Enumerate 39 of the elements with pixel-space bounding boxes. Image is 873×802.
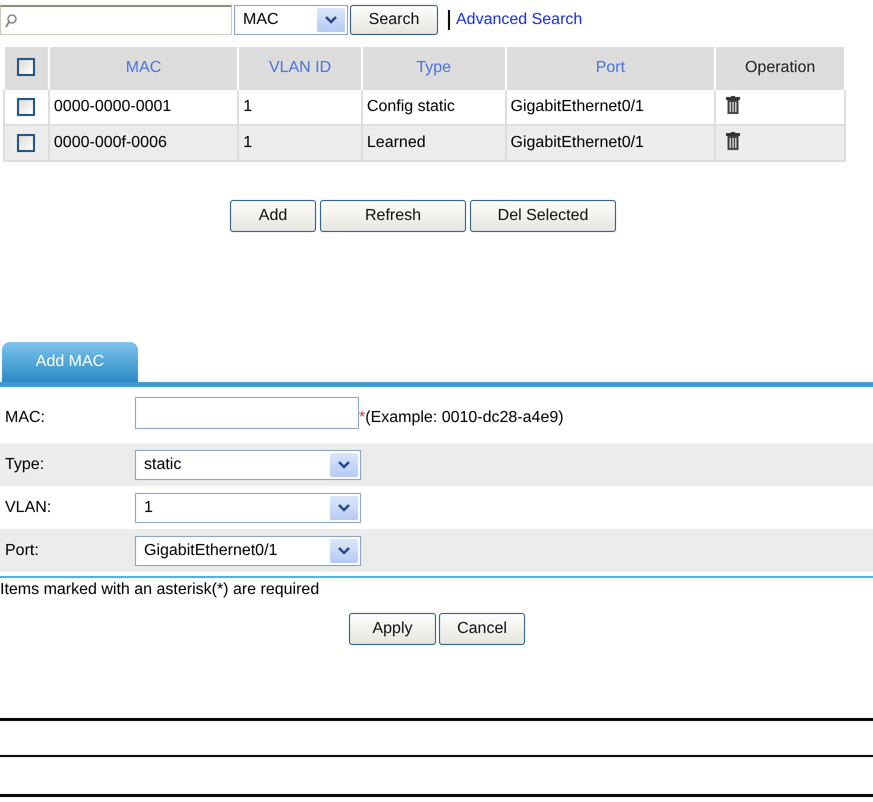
action-button[interactable]: Refresh [320, 200, 466, 232]
search-icon [5, 14, 18, 28]
field-label: VLAN: [4, 498, 52, 516]
trash-icon[interactable] [726, 96, 740, 114]
dropdown-field[interactable]: GigabitEthernet0/1 [135, 536, 361, 566]
table-cell: Config static [362, 89, 506, 125]
table-cell: 1 [238, 125, 362, 161]
field-label: Port: [4, 542, 40, 560]
form-button[interactable]: Cancel [439, 613, 525, 645]
row-checkbox[interactable] [16, 98, 35, 116]
table-cell: GigabitEthernet0/1 [506, 89, 716, 125]
row-checkbox[interactable] [16, 134, 35, 152]
example-hint: (Example: 0010-dc28-a4e9) [365, 409, 564, 427]
trash-icon[interactable] [726, 132, 740, 150]
table-cell: 0000-0000-0001 [48, 89, 238, 125]
field-label: Type: [4, 456, 46, 474]
select-all-checkbox[interactable] [17, 58, 36, 76]
search-button[interactable]: Search [350, 5, 438, 35]
required-mark: * [359, 409, 366, 427]
column-header: Port [506, 46, 716, 89]
advanced-search-link[interactable]: Advanced Search [456, 11, 582, 29]
mac-input-field[interactable] [135, 397, 359, 429]
table-cell: Learned [362, 125, 506, 161]
table-cell: GigabitEthernet0/1 [506, 125, 716, 161]
column-header: VLAN ID [238, 46, 362, 89]
dropdown-field[interactable]: static [135, 450, 361, 480]
action-button[interactable]: Del Selected [470, 200, 616, 232]
form-button[interactable]: Apply [349, 613, 436, 645]
dropdown-field[interactable]: 1 [135, 492, 361, 522]
table-cell: 0000-000f-0006 [48, 125, 238, 161]
action-button[interactable]: Add [230, 200, 316, 232]
column-header: Operation [715, 46, 845, 89]
column-header: Type [362, 46, 506, 89]
search-field[interactable] [0, 5, 232, 35]
column-header: MAC [48, 46, 238, 89]
required-note: Items marked with an asterisk(*) are required [0, 581, 320, 599]
table-cell: 1 [238, 89, 362, 125]
search-field-select[interactable]: MAC [234, 5, 348, 35]
field-label: MAC: [4, 409, 46, 427]
